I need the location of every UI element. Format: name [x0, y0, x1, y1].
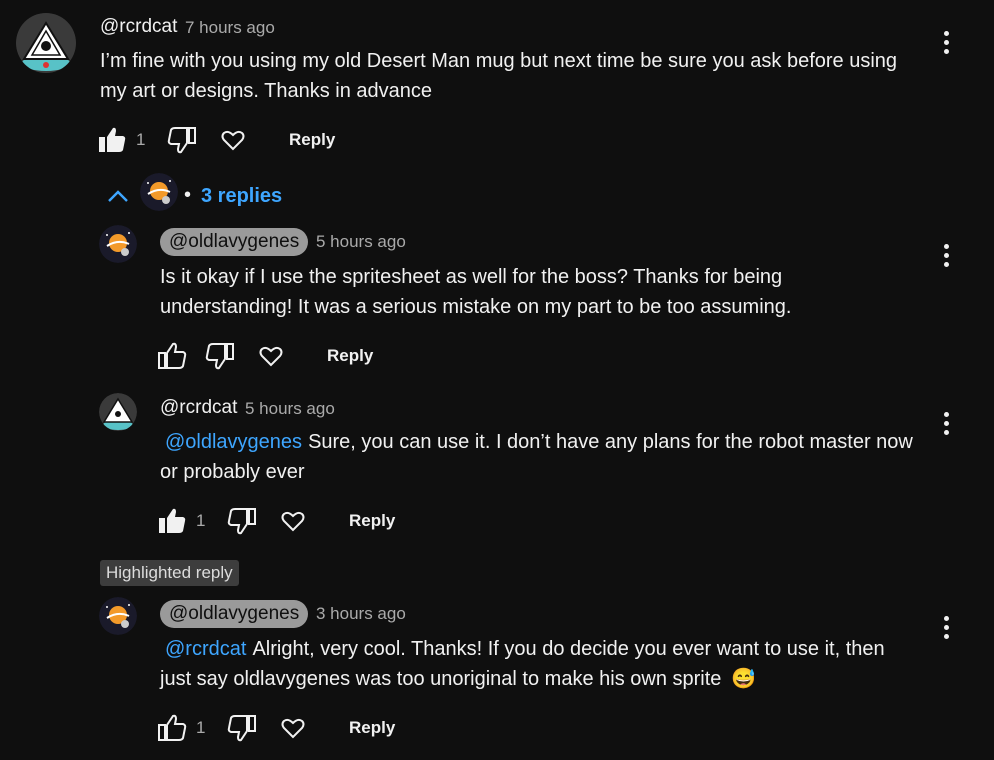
reply-text-block: @oldlavygenes Sure, you can use it. I don…	[160, 427, 920, 487]
heart-icon[interactable]	[220, 127, 246, 153]
replies-toggle-button[interactable]: 3 replies	[201, 185, 282, 208]
replies-separator: •	[184, 184, 192, 206]
chevron-up-icon[interactable]	[106, 185, 130, 209]
like-count: 1	[136, 130, 146, 149]
dislike-icon[interactable]	[227, 506, 257, 536]
mention-link[interactable]: @rcrdcat	[165, 638, 246, 660]
like-icon[interactable]	[157, 341, 187, 371]
more-options-icon[interactable]	[934, 616, 958, 640]
avatar[interactable]	[99, 597, 137, 635]
avatar[interactable]	[99, 225, 137, 263]
heart-icon[interactable]	[258, 343, 284, 369]
like-count: 1	[196, 511, 206, 530]
reply-text: Is it okay if I use the spritesheet as w…	[160, 266, 792, 318]
heart-icon[interactable]	[280, 715, 306, 741]
reply-author[interactable]: @rcrdcat	[160, 397, 237, 419]
comment-author[interactable]: @rcrdcat	[100, 16, 177, 38]
dislike-icon[interactable]	[227, 713, 257, 743]
reply-button[interactable]: Reply	[327, 346, 373, 366]
like-icon[interactable]	[157, 713, 187, 743]
dislike-icon[interactable]	[167, 125, 197, 155]
grinning-sweat-emoji: 😅	[730, 668, 756, 690]
mention-link[interactable]: @oldlavygenes	[165, 431, 302, 453]
reply-text: Alright, very cool. Thanks! If you do de…	[160, 638, 885, 690]
reply-author[interactable]: @oldlavygenes	[160, 228, 309, 256]
reply-text-block: @rcrdcat Alright, very cool. Thanks! If y…	[160, 634, 900, 694]
more-options-icon[interactable]	[934, 31, 958, 55]
avatar[interactable]	[16, 13, 76, 73]
reply-button[interactable]: Reply	[289, 130, 335, 150]
highlighted-reply-badge: Highlighted reply	[100, 560, 239, 586]
reply-author[interactable]: @oldlavygenes	[160, 600, 309, 628]
like-count: 1	[196, 718, 206, 737]
reply-time[interactable]: 5 hours ago	[245, 399, 335, 419]
heart-icon[interactable]	[280, 508, 306, 534]
comment-text: I’m fine with you using my old Desert Ma…	[100, 50, 898, 102]
like-icon[interactable]	[97, 125, 127, 155]
reply-button[interactable]: Reply	[349, 511, 395, 531]
replier-avatar	[140, 173, 178, 211]
like-icon[interactable]	[157, 506, 187, 536]
comment-time[interactable]: 7 hours ago	[185, 18, 275, 38]
more-options-icon[interactable]	[934, 412, 958, 436]
dislike-icon[interactable]	[205, 341, 235, 371]
reply-button[interactable]: Reply	[349, 718, 395, 738]
reply-time[interactable]: 3 hours ago	[316, 604, 406, 624]
avatar[interactable]	[99, 393, 137, 431]
more-options-icon[interactable]	[934, 244, 958, 268]
reply-time[interactable]: 5 hours ago	[316, 232, 406, 252]
